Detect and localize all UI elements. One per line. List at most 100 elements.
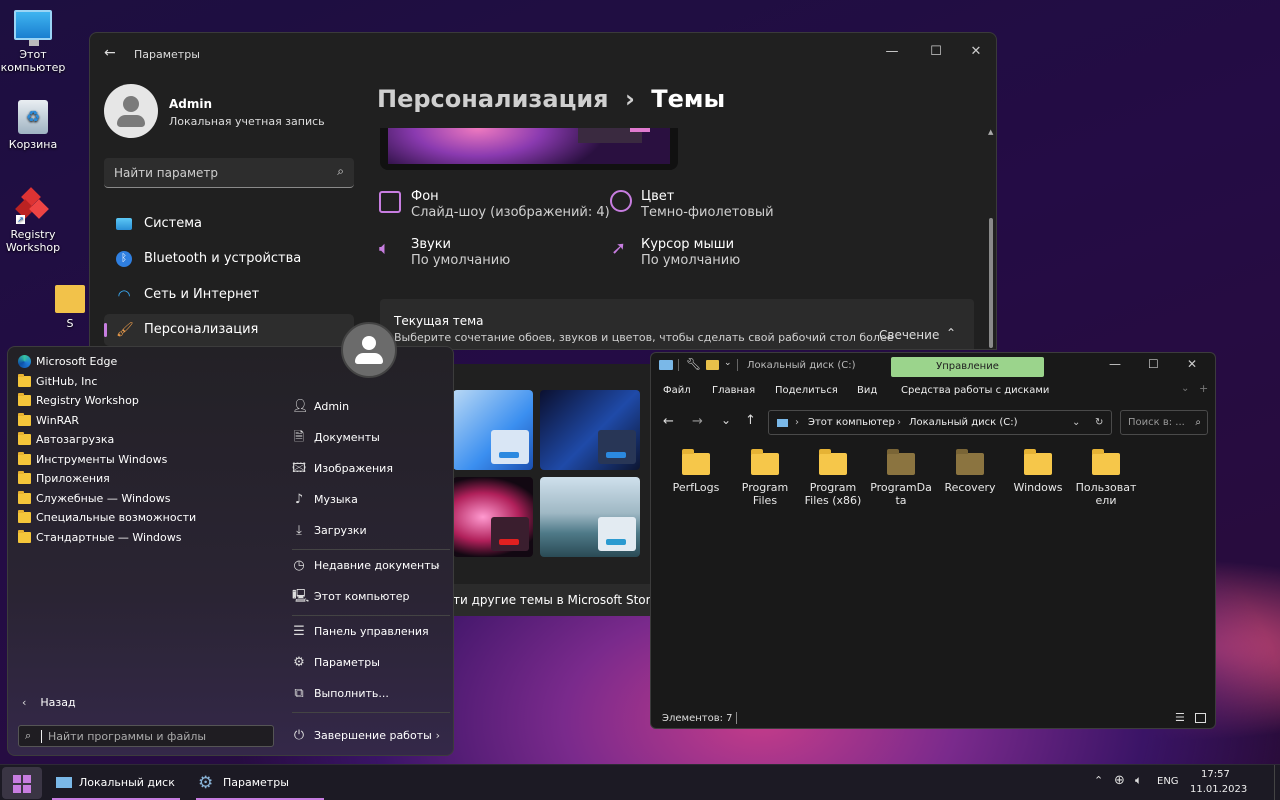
- ribbon-tab-drive-tools[interactable]: Средства работы с дисками: [901, 385, 1049, 396]
- minimize-button[interactable]: —: [1109, 357, 1121, 371]
- start-search-input[interactable]: ⌕ Найти программы и файлы: [18, 725, 274, 747]
- settings-item[interactable]: ⚙ Параметры: [290, 649, 450, 677]
- shutdown-button[interactable]: ⏻ Завершение работы ›: [290, 722, 450, 750]
- app-item-folder[interactable]: Инструменты Windows: [18, 450, 167, 469]
- clock-date[interactable]: 11.01.2023: [1190, 784, 1247, 795]
- explorer-search-input[interactable]: Поиск в: ... ⌕: [1120, 410, 1208, 435]
- app-item-folder[interactable]: Специальные возможности: [18, 508, 196, 527]
- manage-tab[interactable]: Управление: [891, 357, 1044, 377]
- desktop-icon-partial[interactable]: S: [50, 285, 90, 330]
- forward-arrow-icon[interactable]: →: [692, 414, 703, 429]
- maximize-button[interactable]: ☐: [916, 39, 956, 65]
- back-button[interactable]: ‹ Назад: [22, 693, 102, 713]
- breadcrumb-item[interactable]: Локальный диск (C:): [909, 411, 1018, 434]
- background-setting[interactable]: Фон Слайд-шоу (изображений: 4): [411, 189, 610, 221]
- folder-item[interactable]: ProgramData: [870, 449, 932, 507]
- app-item-folder[interactable]: Registry Workshop: [18, 391, 139, 410]
- chevron-left-icon: ‹: [22, 696, 27, 709]
- close-button[interactable]: ✕: [1187, 357, 1197, 371]
- run-item[interactable]: ⧉ Выполнить...: [290, 680, 450, 708]
- folder-item[interactable]: PerfLogs: [665, 449, 727, 494]
- theme-tile[interactable]: [453, 390, 533, 470]
- music-item[interactable]: ♪ Музыка: [290, 486, 450, 514]
- folder-item[interactable]: Program Files (x86): [802, 449, 864, 507]
- minimize-button[interactable]: —: [872, 39, 912, 65]
- show-hidden-icons-icon[interactable]: ⌃: [1094, 774, 1103, 787]
- large-icons-view-icon[interactable]: [1195, 713, 1206, 723]
- close-button[interactable]: ✕: [956, 39, 996, 65]
- downloads-item[interactable]: ⤓ Загрузки: [290, 517, 450, 545]
- theme-tile[interactable]: [540, 477, 640, 557]
- desktop-icon-recycle-bin[interactable]: ♻ Корзина: [0, 100, 66, 151]
- clock-time[interactable]: 17:57: [1201, 769, 1230, 780]
- new-folder-icon[interactable]: [706, 360, 719, 370]
- nav-item-network[interactable]: ◠ Сеть и Интернет: [104, 279, 354, 311]
- nav-item-bluetooth[interactable]: ᛒ Bluetooth и устройства: [104, 243, 354, 275]
- pictures-item[interactable]: 🖾 Изображения: [290, 455, 450, 483]
- search-placeholder: Найти программы и файлы: [48, 730, 207, 743]
- ribbon-expand-icon[interactable]: ⌄: [1181, 383, 1189, 394]
- this-pc-item[interactable]: 🖳 Этот компьютер: [290, 583, 450, 611]
- nav-item-system[interactable]: Система: [104, 208, 354, 240]
- divider: [292, 712, 450, 713]
- ribbon-tab-home[interactable]: Главная: [712, 385, 755, 396]
- back-label: Назад: [40, 696, 76, 709]
- ribbon-tab-view[interactable]: Вид: [857, 385, 877, 396]
- refresh-icon[interactable]: ↻: [1095, 411, 1103, 434]
- chevron-up-icon[interactable]: ⌃: [946, 326, 956, 340]
- folder-item[interactable]: Пользователи: [1075, 449, 1137, 507]
- app-item-folder[interactable]: Стандартные — Windows: [18, 528, 182, 547]
- folder-item[interactable]: Recovery: [939, 449, 1001, 494]
- start-user-item[interactable]: 👤︎ Admin: [290, 393, 450, 421]
- app-item-folder[interactable]: Служебные — Windows: [18, 489, 170, 508]
- dropdown-icon[interactable]: ⌄: [724, 358, 732, 368]
- desktop-icon-this-pc[interactable]: Этот компьютер: [0, 10, 66, 74]
- theme-tile[interactable]: [453, 477, 533, 557]
- ribbon-tab-share[interactable]: Поделиться: [775, 385, 838, 396]
- color-setting[interactable]: Цвет Темно-фиолетовый: [641, 189, 774, 221]
- folder-icon: [887, 449, 915, 475]
- app-item-folder[interactable]: Приложения: [18, 469, 110, 488]
- folder-item[interactable]: Program Files: [734, 449, 796, 507]
- nav-item-personalization[interactable]: 🖌 Персонализация: [104, 314, 354, 346]
- documents-item[interactable]: 🗎 Документы: [290, 424, 450, 452]
- app-item-edge[interactable]: Microsoft Edge: [18, 352, 117, 371]
- details-view-icon[interactable]: ☰: [1175, 711, 1185, 724]
- ribbon-tab-file[interactable]: Файл: [663, 385, 691, 396]
- folder-item[interactable]: Windows: [1007, 449, 1069, 494]
- app-item-folder[interactable]: Автозагрузка: [18, 430, 114, 449]
- taskbar-app-settings[interactable]: ⚙ Параметры: [196, 767, 324, 800]
- recent-locations-icon[interactable]: ⌄: [721, 413, 731, 427]
- recent-documents-item[interactable]: ◷ Недавние документы ›: [290, 552, 450, 580]
- up-arrow-icon[interactable]: ↑: [745, 413, 756, 428]
- maximize-button[interactable]: ☐: [1148, 357, 1159, 371]
- properties-icon[interactable]: 🔧︎: [686, 357, 701, 371]
- desktop-icon-registry-workshop[interactable]: ↗ Registry Workshop: [0, 187, 66, 254]
- volume-icon[interactable]: 🔈︎: [1135, 773, 1142, 788]
- network-icon[interactable]: ⊕: [1114, 773, 1125, 788]
- sounds-setting[interactable]: Звуки По умолчанию: [411, 237, 510, 269]
- show-desktop-button[interactable]: [1274, 765, 1280, 800]
- theme-tile[interactable]: [540, 390, 640, 470]
- scrollbar[interactable]: ▲: [987, 128, 995, 349]
- user-avatar[interactable]: [341, 322, 397, 378]
- cursor-setting[interactable]: Курсор мыши По умолчанию: [641, 237, 740, 269]
- control-panel-item[interactable]: ☰ Панель управления: [290, 618, 450, 646]
- language-indicator[interactable]: ENG: [1157, 776, 1179, 787]
- app-item-folder[interactable]: WinRAR: [18, 411, 79, 430]
- store-link[interactable]: ти другие темы в Microsoft Store: [453, 584, 650, 616]
- breadcrumb-parent[interactable]: Персонализация: [377, 85, 609, 113]
- breadcrumb-item[interactable]: Этот компьютер: [808, 411, 895, 434]
- settings-search-input[interactable]: Найти параметр ⌕: [104, 158, 354, 188]
- current-theme-card[interactable]: Текущая тема Выберите сочетание обоев, з…: [380, 299, 974, 349]
- back-arrow-icon[interactable]: ←: [663, 414, 674, 429]
- back-arrow-icon[interactable]: ←: [104, 45, 116, 61]
- folder-icon: [18, 413, 31, 426]
- help-icon[interactable]: +: [1199, 382, 1208, 395]
- taskbar-app-explorer[interactable]: Локальный диск (...: [52, 767, 180, 800]
- start-button[interactable]: [2, 767, 42, 799]
- address-bar[interactable]: › Этот компьютер › Локальный диск (C:) ⌄…: [768, 410, 1112, 435]
- app-item-folder[interactable]: GitHub, Inc: [18, 372, 97, 391]
- taskbar-app-label: Параметры: [223, 776, 289, 789]
- chevron-down-icon[interactable]: ⌄: [1072, 411, 1080, 434]
